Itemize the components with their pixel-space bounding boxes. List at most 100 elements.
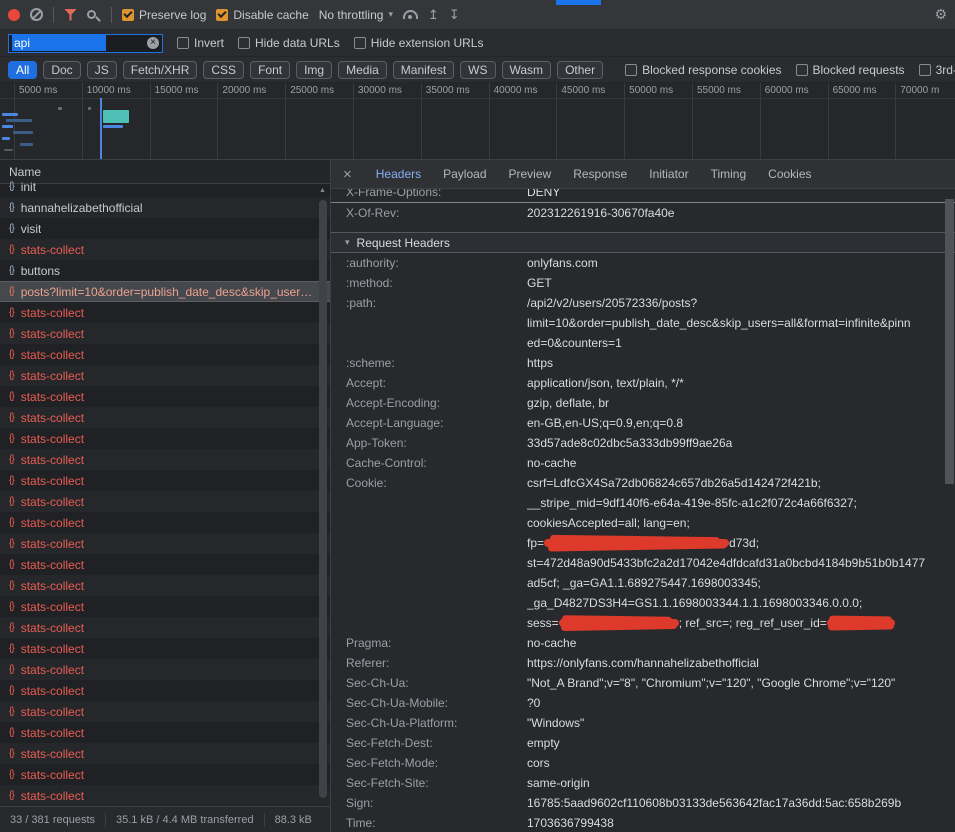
tab-payload[interactable]: Payload: [443, 167, 486, 181]
filter-input[interactable]: api ×: [8, 34, 163, 53]
json-icon: {}: [9, 517, 14, 528]
filter-pill-other[interactable]: Other: [557, 61, 603, 79]
clear-network-log-icon[interactable]: [30, 8, 43, 21]
request-row[interactable]: {} stats-collect: [0, 428, 330, 449]
gear-icon[interactable]: ⚙: [934, 6, 947, 23]
tab-cookies[interactable]: Cookies: [768, 167, 811, 181]
request-row[interactable]: {} stats-collect: [0, 743, 330, 764]
header-value: https://onlyfans.com/hannahelizabethoffi…: [527, 653, 955, 673]
request-row[interactable]: {} stats-collect: [0, 302, 330, 323]
overview-bar: [4, 149, 13, 151]
header-value: "Windows": [527, 713, 955, 733]
tab-preview[interactable]: Preview: [509, 167, 552, 181]
request-row[interactable]: {} stats-collect: [0, 239, 330, 260]
blocked-requests-checkbox[interactable]: Blocked requests: [796, 63, 905, 77]
header-row: Accept-Encoding: gzip, deflate, br: [331, 393, 955, 413]
search-icon[interactable]: [87, 10, 96, 19]
tab-initiator[interactable]: Initiator: [649, 167, 688, 181]
time-label: 55000 ms: [692, 83, 760, 159]
filter-icon[interactable]: [64, 9, 77, 21]
filter-pill-fetch-xhr[interactable]: Fetch/XHR: [123, 61, 198, 79]
request-row[interactable]: {} stats-collect: [0, 407, 330, 428]
tab-headers[interactable]: Headers: [376, 167, 421, 181]
request-row[interactable]: {} stats-collect: [0, 659, 330, 680]
filter-pill-doc[interactable]: Doc: [43, 61, 80, 79]
header-value: onlyfans.com: [527, 253, 955, 273]
request-row[interactable]: {} stats-collect: [0, 680, 330, 701]
request-headers-section[interactable]: ▾ Request Headers: [331, 232, 955, 253]
request-row[interactable]: {} hannahelizabethofficial: [0, 197, 330, 218]
header-value: DENY: [527, 189, 955, 202]
request-row[interactable]: {} stats-collect: [0, 449, 330, 470]
export-har-icon[interactable]: ↧: [449, 8, 460, 21]
request-row[interactable]: {} stats-collect: [0, 470, 330, 491]
request-row[interactable]: {} stats-collect: [0, 323, 330, 344]
blocked-response-cookies-checkbox[interactable]: Blocked response cookies: [625, 63, 781, 77]
request-row[interactable]: {} stats-collect: [0, 596, 330, 617]
header-row: Sec-Ch-Ua: "Not_A Brand";v="8", "Chromiu…: [331, 673, 955, 693]
request-row[interactable]: {} stats-collect: [0, 533, 330, 554]
throttling-select[interactable]: No throttling ▾: [319, 8, 393, 22]
tab-response[interactable]: Response: [573, 167, 627, 181]
header-row: :path: /api2/v2/users/20572336/posts?lim…: [331, 293, 955, 353]
header-row: Sec-Fetch-Site: same-origin: [331, 773, 955, 793]
json-icon: {}: [9, 328, 14, 339]
record-icon[interactable]: [8, 9, 20, 21]
request-row[interactable]: {} stats-collect: [0, 512, 330, 533]
hide-data-urls-checkbox[interactable]: Hide data URLs: [238, 36, 340, 50]
scrollbar-thumb[interactable]: [319, 200, 327, 798]
json-icon: {}: [9, 181, 14, 192]
request-row[interactable]: {} posts?limit=10&order=publish_date_des…: [0, 281, 330, 302]
invert-checkbox[interactable]: Invert: [177, 36, 224, 50]
request-row[interactable]: {} buttons: [0, 260, 330, 281]
network-conditions-icon[interactable]: [403, 10, 418, 19]
request-row[interactable]: {} visit: [0, 218, 330, 239]
overview-timeline-strip[interactable]: 5000 ms10000 ms15000 ms20000 ms25000 ms3…: [0, 83, 955, 160]
header-name: Sec-Ch-Ua-Mobile:: [331, 693, 527, 713]
filter-pill-media[interactable]: Media: [338, 61, 387, 79]
filter-pill-img[interactable]: Img: [296, 61, 332, 79]
header-name: Sec-Fetch-Site:: [331, 773, 527, 793]
header-row: Cache-Control: no-cache: [331, 453, 955, 473]
close-icon[interactable]: ×: [343, 166, 352, 183]
request-row[interactable]: {} stats-collect: [0, 638, 330, 659]
third-party-requests-checkbox[interactable]: 3rd-party requests: [919, 63, 955, 77]
filter-pill-manifest[interactable]: Manifest: [393, 61, 454, 79]
filter-pill-font[interactable]: Font: [250, 61, 290, 79]
request-row[interactable]: {} init: [0, 176, 330, 197]
filter-pill-all[interactable]: All: [8, 61, 37, 79]
request-row[interactable]: {} stats-collect: [0, 785, 330, 806]
toolbar-divider: [111, 7, 112, 23]
checkbox-unchecked-icon: [177, 37, 189, 49]
scrollbar-thumb[interactable]: [945, 199, 954, 484]
json-icon: {}: [9, 790, 14, 801]
request-name: buttons: [21, 264, 60, 278]
tab-timing[interactable]: Timing: [711, 167, 747, 181]
clear-filter-icon[interactable]: ×: [147, 37, 159, 49]
overview-timeline: 5000 ms10000 ms15000 ms20000 ms25000 ms3…: [0, 83, 955, 159]
hide-extension-urls-checkbox[interactable]: Hide extension URLs: [354, 36, 484, 50]
request-row[interactable]: {} stats-collect: [0, 764, 330, 785]
type-filter-pills: All Doc JS Fetch/XHR CSS Font Img Media Manifest…: [8, 61, 603, 79]
request-row[interactable]: {} stats-collect: [0, 701, 330, 722]
request-row[interactable]: {} stats-collect: [0, 365, 330, 386]
request-row[interactable]: {} stats-collect: [0, 722, 330, 743]
import-har-icon[interactable]: ↥: [428, 8, 439, 21]
filter-pill-js[interactable]: JS: [87, 61, 117, 79]
request-row[interactable]: {} stats-collect: [0, 617, 330, 638]
request-row[interactable]: {} stats-collect: [0, 554, 330, 575]
request-row[interactable]: {} stats-collect: [0, 344, 330, 365]
request-row[interactable]: {} stats-collect: [0, 491, 330, 512]
header-row: Time: 1703636799438: [331, 813, 955, 832]
checkbox-unchecked-icon: [354, 37, 366, 49]
preserve-log-checkbox[interactable]: Preserve log: [122, 8, 206, 22]
filter-pill-wasm[interactable]: Wasm: [502, 61, 552, 79]
request-row[interactable]: {} stats-collect: [0, 575, 330, 596]
disable-cache-checkbox[interactable]: Disable cache: [216, 8, 308, 22]
details-scrollbar: [945, 191, 954, 830]
request-row[interactable]: {} stats-collect: [0, 386, 330, 407]
header-value: GET: [527, 273, 955, 293]
filter-pill-ws[interactable]: WS: [460, 61, 495, 79]
scroll-up-icon[interactable]: ▲: [319, 187, 326, 194]
filter-pill-css[interactable]: CSS: [203, 61, 244, 79]
